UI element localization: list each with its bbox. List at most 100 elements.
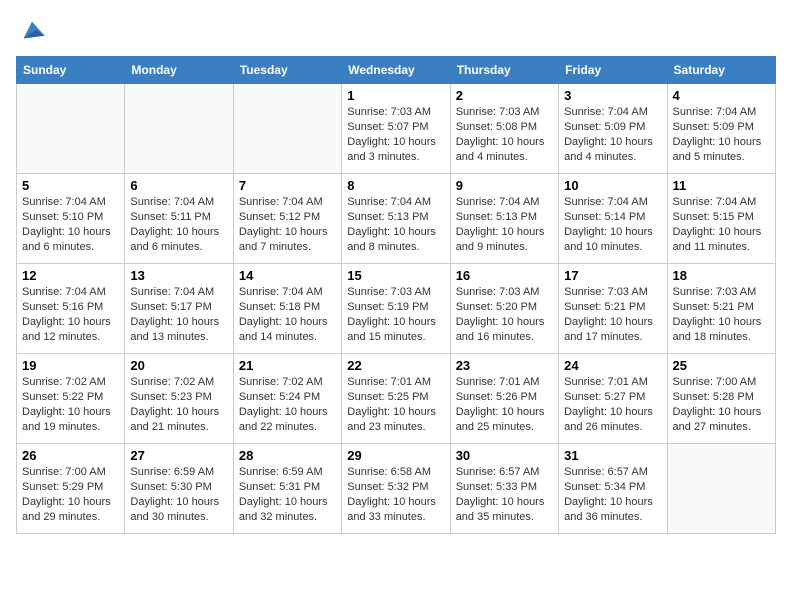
day-info: Sunrise: 7:02 AM Sunset: 5:23 PM Dayligh… bbox=[130, 375, 227, 434]
calendar-cell: 17 Sunrise: 7:03 AM Sunset: 5:21 PM Dayli… bbox=[559, 264, 667, 354]
day-number: 28 bbox=[239, 448, 336, 463]
calendar-cell: 2 Sunrise: 7:03 AM Sunset: 5:08 PM Daylig… bbox=[450, 84, 558, 174]
calendar-cell bbox=[233, 84, 341, 174]
day-info: Sunrise: 7:03 AM Sunset: 5:21 PM Dayligh… bbox=[673, 285, 770, 344]
day-info: Sunrise: 7:04 AM Sunset: 5:13 PM Dayligh… bbox=[456, 195, 553, 254]
day-number: 9 bbox=[456, 178, 553, 193]
calendar-header-row: SundayMondayTuesdayWednesdayThursdayFrid… bbox=[17, 57, 776, 84]
day-info: Sunrise: 7:03 AM Sunset: 5:19 PM Dayligh… bbox=[347, 285, 444, 344]
day-info: Sunrise: 7:03 AM Sunset: 5:20 PM Dayligh… bbox=[456, 285, 553, 344]
calendar-cell: 1 Sunrise: 7:03 AM Sunset: 5:07 PM Daylig… bbox=[342, 84, 450, 174]
day-number: 2 bbox=[456, 88, 553, 103]
calendar-cell: 21 Sunrise: 7:02 AM Sunset: 5:24 PM Dayli… bbox=[233, 354, 341, 444]
day-info: Sunrise: 7:00 AM Sunset: 5:29 PM Dayligh… bbox=[22, 465, 119, 524]
day-info: Sunrise: 7:04 AM Sunset: 5:14 PM Dayligh… bbox=[564, 195, 661, 254]
day-info: Sunrise: 7:01 AM Sunset: 5:25 PM Dayligh… bbox=[347, 375, 444, 434]
calendar-week-5: 26 Sunrise: 7:00 AM Sunset: 5:29 PM Dayli… bbox=[17, 444, 776, 534]
day-number: 20 bbox=[130, 358, 227, 373]
calendar-cell bbox=[125, 84, 233, 174]
day-info: Sunrise: 7:04 AM Sunset: 5:17 PM Dayligh… bbox=[130, 285, 227, 344]
calendar-week-2: 5 Sunrise: 7:04 AM Sunset: 5:10 PM Daylig… bbox=[17, 174, 776, 264]
day-number: 22 bbox=[347, 358, 444, 373]
day-info: Sunrise: 7:04 AM Sunset: 5:16 PM Dayligh… bbox=[22, 285, 119, 344]
day-number: 31 bbox=[564, 448, 661, 463]
day-info: Sunrise: 7:02 AM Sunset: 5:24 PM Dayligh… bbox=[239, 375, 336, 434]
calendar-cell: 10 Sunrise: 7:04 AM Sunset: 5:14 PM Dayli… bbox=[559, 174, 667, 264]
calendar-cell: 27 Sunrise: 6:59 AM Sunset: 5:30 PM Dayli… bbox=[125, 444, 233, 534]
day-info: Sunrise: 7:04 AM Sunset: 5:09 PM Dayligh… bbox=[564, 105, 661, 164]
calendar-cell: 12Sunrise: 7:04 AM Sunset: 5:16 PM Dayli… bbox=[17, 264, 125, 354]
day-number: 25 bbox=[673, 358, 770, 373]
day-info: Sunrise: 7:03 AM Sunset: 5:08 PM Dayligh… bbox=[456, 105, 553, 164]
calendar-cell: 11 Sunrise: 7:04 AM Sunset: 5:15 PM Dayli… bbox=[667, 174, 775, 264]
calendar-cell: 14 Sunrise: 7:04 AM Sunset: 5:18 PM Dayli… bbox=[233, 264, 341, 354]
calendar-cell: 25Sunrise: 7:00 AM Sunset: 5:28 PM Dayli… bbox=[667, 354, 775, 444]
day-info: Sunrise: 6:57 AM Sunset: 5:34 PM Dayligh… bbox=[564, 465, 661, 524]
day-info: Sunrise: 7:04 AM Sunset: 5:11 PM Dayligh… bbox=[130, 195, 227, 254]
day-number: 26 bbox=[22, 448, 119, 463]
calendar-header-monday: Monday bbox=[125, 57, 233, 84]
day-info: Sunrise: 7:02 AM Sunset: 5:22 PM Dayligh… bbox=[22, 375, 119, 434]
calendar-cell bbox=[667, 444, 775, 534]
calendar-cell: 9 Sunrise: 7:04 AM Sunset: 5:13 PM Daylig… bbox=[450, 174, 558, 264]
day-number: 24 bbox=[564, 358, 661, 373]
calendar-cell: 18 Sunrise: 7:03 AM Sunset: 5:21 PM Dayli… bbox=[667, 264, 775, 354]
calendar-week-1: 1 Sunrise: 7:03 AM Sunset: 5:07 PM Daylig… bbox=[17, 84, 776, 174]
calendar-cell: 4 Sunrise: 7:04 AM Sunset: 5:09 PM Daylig… bbox=[667, 84, 775, 174]
day-number: 3 bbox=[564, 88, 661, 103]
day-number: 7 bbox=[239, 178, 336, 193]
calendar-cell: 30 Sunrise: 6:57 AM Sunset: 5:33 PM Dayli… bbox=[450, 444, 558, 534]
day-number: 15 bbox=[347, 268, 444, 283]
day-number: 13 bbox=[130, 268, 227, 283]
calendar-cell: 20 Sunrise: 7:02 AM Sunset: 5:23 PM Dayli… bbox=[125, 354, 233, 444]
day-number: 19 bbox=[22, 358, 119, 373]
day-number: 27 bbox=[130, 448, 227, 463]
day-info: Sunrise: 6:58 AM Sunset: 5:32 PM Dayligh… bbox=[347, 465, 444, 524]
calendar-header-saturday: Saturday bbox=[667, 57, 775, 84]
day-info: Sunrise: 7:04 AM Sunset: 5:10 PM Dayligh… bbox=[22, 195, 119, 254]
day-info: Sunrise: 7:04 AM Sunset: 5:12 PM Dayligh… bbox=[239, 195, 336, 254]
calendar-header-friday: Friday bbox=[559, 57, 667, 84]
day-number: 4 bbox=[673, 88, 770, 103]
day-info: Sunrise: 7:01 AM Sunset: 5:26 PM Dayligh… bbox=[456, 375, 553, 434]
day-info: Sunrise: 6:57 AM Sunset: 5:33 PM Dayligh… bbox=[456, 465, 553, 524]
day-number: 5 bbox=[22, 178, 119, 193]
day-number: 14 bbox=[239, 268, 336, 283]
logo bbox=[16, 16, 46, 44]
calendar-week-4: 19 Sunrise: 7:02 AM Sunset: 5:22 PM Dayli… bbox=[17, 354, 776, 444]
calendar-header-wednesday: Wednesday bbox=[342, 57, 450, 84]
calendar-table: SundayMondayTuesdayWednesdayThursdayFrid… bbox=[16, 56, 776, 534]
calendar-cell: 22 Sunrise: 7:01 AM Sunset: 5:25 PM Dayli… bbox=[342, 354, 450, 444]
calendar-cell: 19 Sunrise: 7:02 AM Sunset: 5:22 PM Dayli… bbox=[17, 354, 125, 444]
day-info: Sunrise: 7:04 AM Sunset: 5:18 PM Dayligh… bbox=[239, 285, 336, 344]
day-number: 30 bbox=[456, 448, 553, 463]
calendar-cell: 31 Sunrise: 6:57 AM Sunset: 5:34 PM Dayli… bbox=[559, 444, 667, 534]
calendar-cell: 7 Sunrise: 7:04 AM Sunset: 5:12 PM Daylig… bbox=[233, 174, 341, 264]
day-number: 6 bbox=[130, 178, 227, 193]
day-number: 10 bbox=[564, 178, 661, 193]
day-number: 11 bbox=[673, 178, 770, 193]
calendar-header-sunday: Sunday bbox=[17, 57, 125, 84]
calendar-cell: 6 Sunrise: 7:04 AM Sunset: 5:11 PM Daylig… bbox=[125, 174, 233, 264]
calendar-cell: 5 Sunrise: 7:04 AM Sunset: 5:10 PM Daylig… bbox=[17, 174, 125, 264]
day-info: Sunrise: 7:03 AM Sunset: 5:07 PM Dayligh… bbox=[347, 105, 444, 164]
day-number: 8 bbox=[347, 178, 444, 193]
day-info: Sunrise: 7:04 AM Sunset: 5:09 PM Dayligh… bbox=[673, 105, 770, 164]
day-number: 18 bbox=[673, 268, 770, 283]
day-number: 17 bbox=[564, 268, 661, 283]
day-number: 1 bbox=[347, 88, 444, 103]
calendar-cell: 3 Sunrise: 7:04 AM Sunset: 5:09 PM Daylig… bbox=[559, 84, 667, 174]
calendar-header-tuesday: Tuesday bbox=[233, 57, 341, 84]
calendar-cell bbox=[17, 84, 125, 174]
calendar-cell: 16Sunrise: 7:03 AM Sunset: 5:20 PM Dayli… bbox=[450, 264, 558, 354]
day-number: 21 bbox=[239, 358, 336, 373]
calendar-body: 1 Sunrise: 7:03 AM Sunset: 5:07 PM Daylig… bbox=[17, 84, 776, 534]
day-info: Sunrise: 7:03 AM Sunset: 5:21 PM Dayligh… bbox=[564, 285, 661, 344]
day-info: Sunrise: 6:59 AM Sunset: 5:31 PM Dayligh… bbox=[239, 465, 336, 524]
day-info: Sunrise: 6:59 AM Sunset: 5:30 PM Dayligh… bbox=[130, 465, 227, 524]
calendar-cell: 23Sunrise: 7:01 AM Sunset: 5:26 PM Dayli… bbox=[450, 354, 558, 444]
day-info: Sunrise: 7:04 AM Sunset: 5:13 PM Dayligh… bbox=[347, 195, 444, 254]
calendar-cell: 29Sunrise: 6:58 AM Sunset: 5:32 PM Dayli… bbox=[342, 444, 450, 534]
calendar-cell: 24Sunrise: 7:01 AM Sunset: 5:27 PM Dayli… bbox=[559, 354, 667, 444]
day-info: Sunrise: 7:04 AM Sunset: 5:15 PM Dayligh… bbox=[673, 195, 770, 254]
